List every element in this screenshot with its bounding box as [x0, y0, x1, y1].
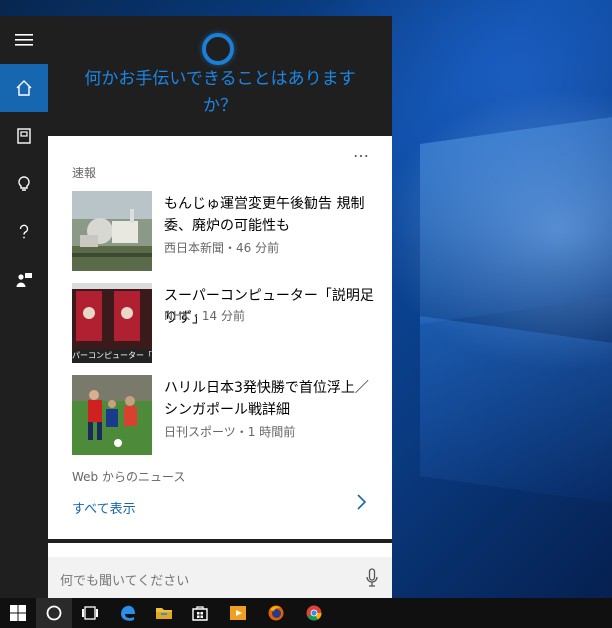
help-icon — [19, 224, 29, 239]
wallpaper-window-pane — [420, 315, 612, 505]
chrome-button[interactable] — [296, 598, 332, 628]
microphone-icon[interactable] — [366, 568, 378, 588]
wallpaper-window-pane — [420, 115, 612, 325]
task-view-button[interactable] — [72, 598, 108, 628]
news-card: … 速報 もんじゅ運営変更午後勧告 規制委、廃炉の可能性も 西日本新聞・46 分… — [48, 136, 392, 540]
chrome-icon — [306, 605, 322, 621]
search-box[interactable]: 何でも聞いてください — [48, 557, 392, 598]
chevron-right-icon[interactable] — [354, 492, 368, 512]
edge-icon — [121, 605, 135, 621]
section-title: 速報 — [72, 166, 97, 180]
sidebar-item-reminders[interactable] — [0, 160, 48, 208]
web-news-label: Web からのニュース — [72, 470, 186, 484]
cortana-icon — [46, 605, 62, 621]
news-title: もんじゅ運営変更午後勧告 規制委、廃炉の可能性も — [164, 196, 365, 234]
news-thumbnail: パーコンピューター「京」 — [72, 283, 152, 363]
cortana-button[interactable] — [36, 598, 72, 628]
feedback-icon — [16, 273, 32, 287]
cortana-sidebar — [0, 16, 48, 598]
news-meta: 西日本新聞・46 分前 — [164, 241, 280, 255]
news-thumbnail — [72, 375, 152, 455]
news-title: ハリル日本3発快勝で首位浮上／シンガポール戦詳細 — [164, 380, 369, 418]
notebook-icon — [17, 128, 31, 144]
news-item[interactable]: ハリル日本3発快勝で首位浮上／シンガポール戦詳細 日刊スポーツ・1 時間前 — [72, 375, 372, 455]
firefox-button[interactable] — [258, 598, 294, 628]
edge-button[interactable] — [110, 598, 146, 628]
news-thumbnail — [72, 191, 152, 271]
media-player-button[interactable] — [220, 598, 256, 628]
home-icon — [16, 80, 32, 96]
divider — [48, 543, 392, 557]
reminders-icon — [18, 176, 30, 191]
news-meta: NHK・14 分前 — [164, 309, 245, 323]
store-icon — [192, 606, 208, 621]
store-button[interactable] — [182, 598, 218, 628]
show-all-link[interactable]: すべて表示 — [72, 498, 136, 517]
search-input[interactable]: 何でも聞いてください — [60, 570, 189, 589]
firefox-icon — [268, 605, 284, 621]
start-icon — [10, 605, 26, 621]
news-item[interactable]: もんじゅ運営変更午後勧告 規制委、廃炉の可能性も 西日本新聞・46 分前 — [72, 191, 372, 271]
cortana-greeting: 何かお手伝いできることはありますか？ — [84, 69, 356, 116]
task-view-icon — [82, 606, 98, 620]
news-item[interactable]: パーコンピューター「京」 スーパーコンピューター「説明足りず」 NHK・14 分… — [72, 283, 374, 363]
news-meta: 日刊スポーツ・1 時間前 — [164, 425, 296, 439]
media-player-icon — [230, 606, 246, 620]
sidebar-item-home[interactable] — [0, 64, 48, 112]
taskbar — [0, 598, 612, 628]
cortana-panel: 何かお手伝いできることはありますか？ … 速報 もんじゅ運営変更午後勧告 規制委… — [0, 16, 392, 598]
start-button[interactable] — [0, 598, 36, 628]
more-options-button[interactable]: … — [353, 142, 370, 161]
sidebar-item-help[interactable] — [0, 208, 48, 256]
news-thumbnail-caption: パーコンピューター「京」 — [72, 351, 152, 360]
file-explorer-button[interactable] — [146, 598, 182, 628]
sidebar-item-notebook[interactable] — [0, 112, 48, 160]
file-explorer-icon — [156, 608, 172, 619]
cortana-ring-icon — [202, 33, 234, 65]
sidebar-item-feedback[interactable] — [0, 256, 48, 304]
cortana-header: 何かお手伝いできることはありますか？ — [48, 16, 392, 136]
hamburger-menu-icon — [15, 34, 33, 46]
hamburger-menu-button[interactable] — [0, 16, 48, 64]
